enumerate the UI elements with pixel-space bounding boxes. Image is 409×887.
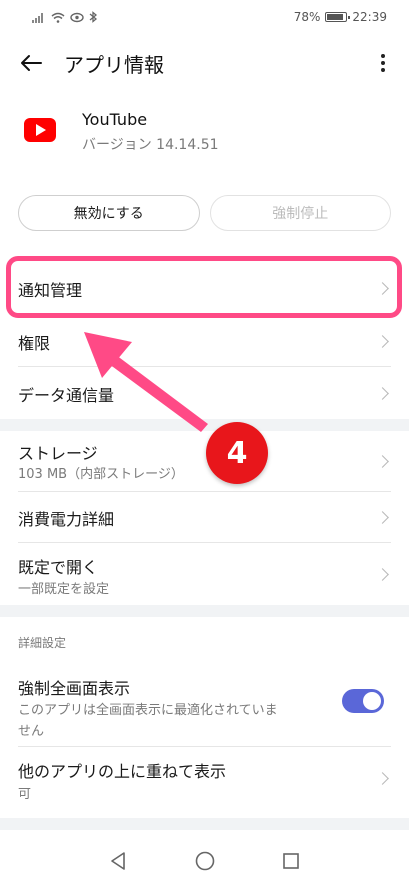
youtube-app-icon bbox=[24, 118, 56, 142]
list-item-storage[interactable]: ストレージ 103 MB（内部ストレージ） bbox=[0, 431, 409, 491]
open-default-label: 既定で開く bbox=[18, 558, 99, 577]
eye-icon bbox=[70, 12, 84, 22]
action-buttons: 無効にする 強制停止 bbox=[18, 195, 391, 231]
status-bar: 78% 22:39 bbox=[0, 0, 409, 34]
battery-label: 消費電力詳細 bbox=[18, 510, 115, 529]
triangle-back-icon bbox=[111, 852, 125, 870]
step-number-badge: 4 bbox=[206, 422, 268, 484]
chevron-right-icon bbox=[376, 387, 389, 400]
section-separator bbox=[0, 818, 409, 830]
list-item-permissions[interactable]: 権限 bbox=[0, 315, 409, 367]
wifi-icon bbox=[51, 12, 65, 23]
overlay-label: 他のアプリの上に重ねて表示 bbox=[18, 762, 227, 781]
chevron-right-icon bbox=[376, 455, 389, 468]
list-item-overlay[interactable]: 他のアプリの上に重ねて表示 可 bbox=[0, 747, 409, 809]
more-dot-icon bbox=[381, 61, 385, 65]
app-bar: アプリ情報 bbox=[0, 36, 409, 88]
fullscreen-toggle[interactable] bbox=[342, 689, 384, 713]
nav-recents-button[interactable] bbox=[279, 849, 303, 873]
list-item-battery[interactable]: 消費電力詳細 bbox=[0, 492, 409, 542]
battery-icon bbox=[325, 12, 351, 22]
signal-icon bbox=[32, 12, 43, 23]
clock: 22:39 bbox=[352, 10, 387, 24]
back-arrow-icon bbox=[21, 55, 42, 71]
data-usage-label: データ通信量 bbox=[18, 386, 115, 405]
back-button[interactable] bbox=[16, 48, 46, 78]
overlay-sub: 可 bbox=[18, 787, 32, 802]
status-icons bbox=[32, 11, 98, 23]
status-right: 78% 22:39 bbox=[294, 10, 387, 24]
storage-label: ストレージ bbox=[18, 444, 98, 463]
list-item-data-usage[interactable]: データ通信量 bbox=[0, 367, 409, 419]
more-dot-icon bbox=[381, 54, 385, 58]
fullscreen-label: 強制全画面表示 bbox=[18, 679, 131, 698]
list-item-open-default[interactable]: 既定で開く 一部既定を設定 bbox=[0, 543, 409, 605]
notifications-label: 通知管理 bbox=[18, 281, 83, 300]
section-separator bbox=[0, 419, 409, 431]
bluetooth-icon bbox=[89, 11, 98, 23]
chevron-right-icon bbox=[376, 568, 389, 581]
app-name: YouTube bbox=[82, 110, 148, 129]
fullscreen-sub-line2: せん bbox=[18, 724, 45, 739]
chevron-right-icon bbox=[376, 282, 389, 295]
navigation-bar bbox=[0, 835, 409, 887]
permissions-label: 権限 bbox=[18, 334, 51, 353]
nav-home-button[interactable] bbox=[193, 849, 217, 873]
list-item-notifications[interactable]: 通知管理 bbox=[0, 262, 409, 314]
app-header: YouTube バージョン 14.14.51 bbox=[0, 100, 409, 170]
section-separator bbox=[0, 605, 409, 617]
chevron-right-icon bbox=[376, 511, 389, 524]
more-dot-icon bbox=[381, 68, 385, 72]
play-icon bbox=[36, 124, 46, 136]
more-options-button[interactable] bbox=[370, 48, 396, 78]
page-title: アプリ情報 bbox=[64, 53, 164, 77]
chevron-right-icon bbox=[376, 335, 389, 348]
nav-back-button[interactable] bbox=[106, 849, 130, 873]
fullscreen-sub-line1: このアプリは全画面表示に最適化されていま bbox=[18, 703, 278, 718]
chevron-right-icon bbox=[376, 772, 389, 785]
circle-home-icon bbox=[195, 851, 215, 871]
app-version: バージョン 14.14.51 bbox=[82, 137, 219, 153]
disable-button[interactable]: 無効にする bbox=[18, 195, 200, 231]
square-recents-icon bbox=[283, 853, 299, 869]
storage-sub: 103 MB（内部ストレージ） bbox=[18, 467, 184, 482]
section-header-advanced: 詳細設定 bbox=[18, 636, 67, 650]
battery-percent: 78% bbox=[293, 10, 321, 24]
force-stop-button[interactable]: 強制停止 bbox=[209, 195, 391, 231]
open-default-sub: 一部既定を設定 bbox=[18, 582, 110, 597]
